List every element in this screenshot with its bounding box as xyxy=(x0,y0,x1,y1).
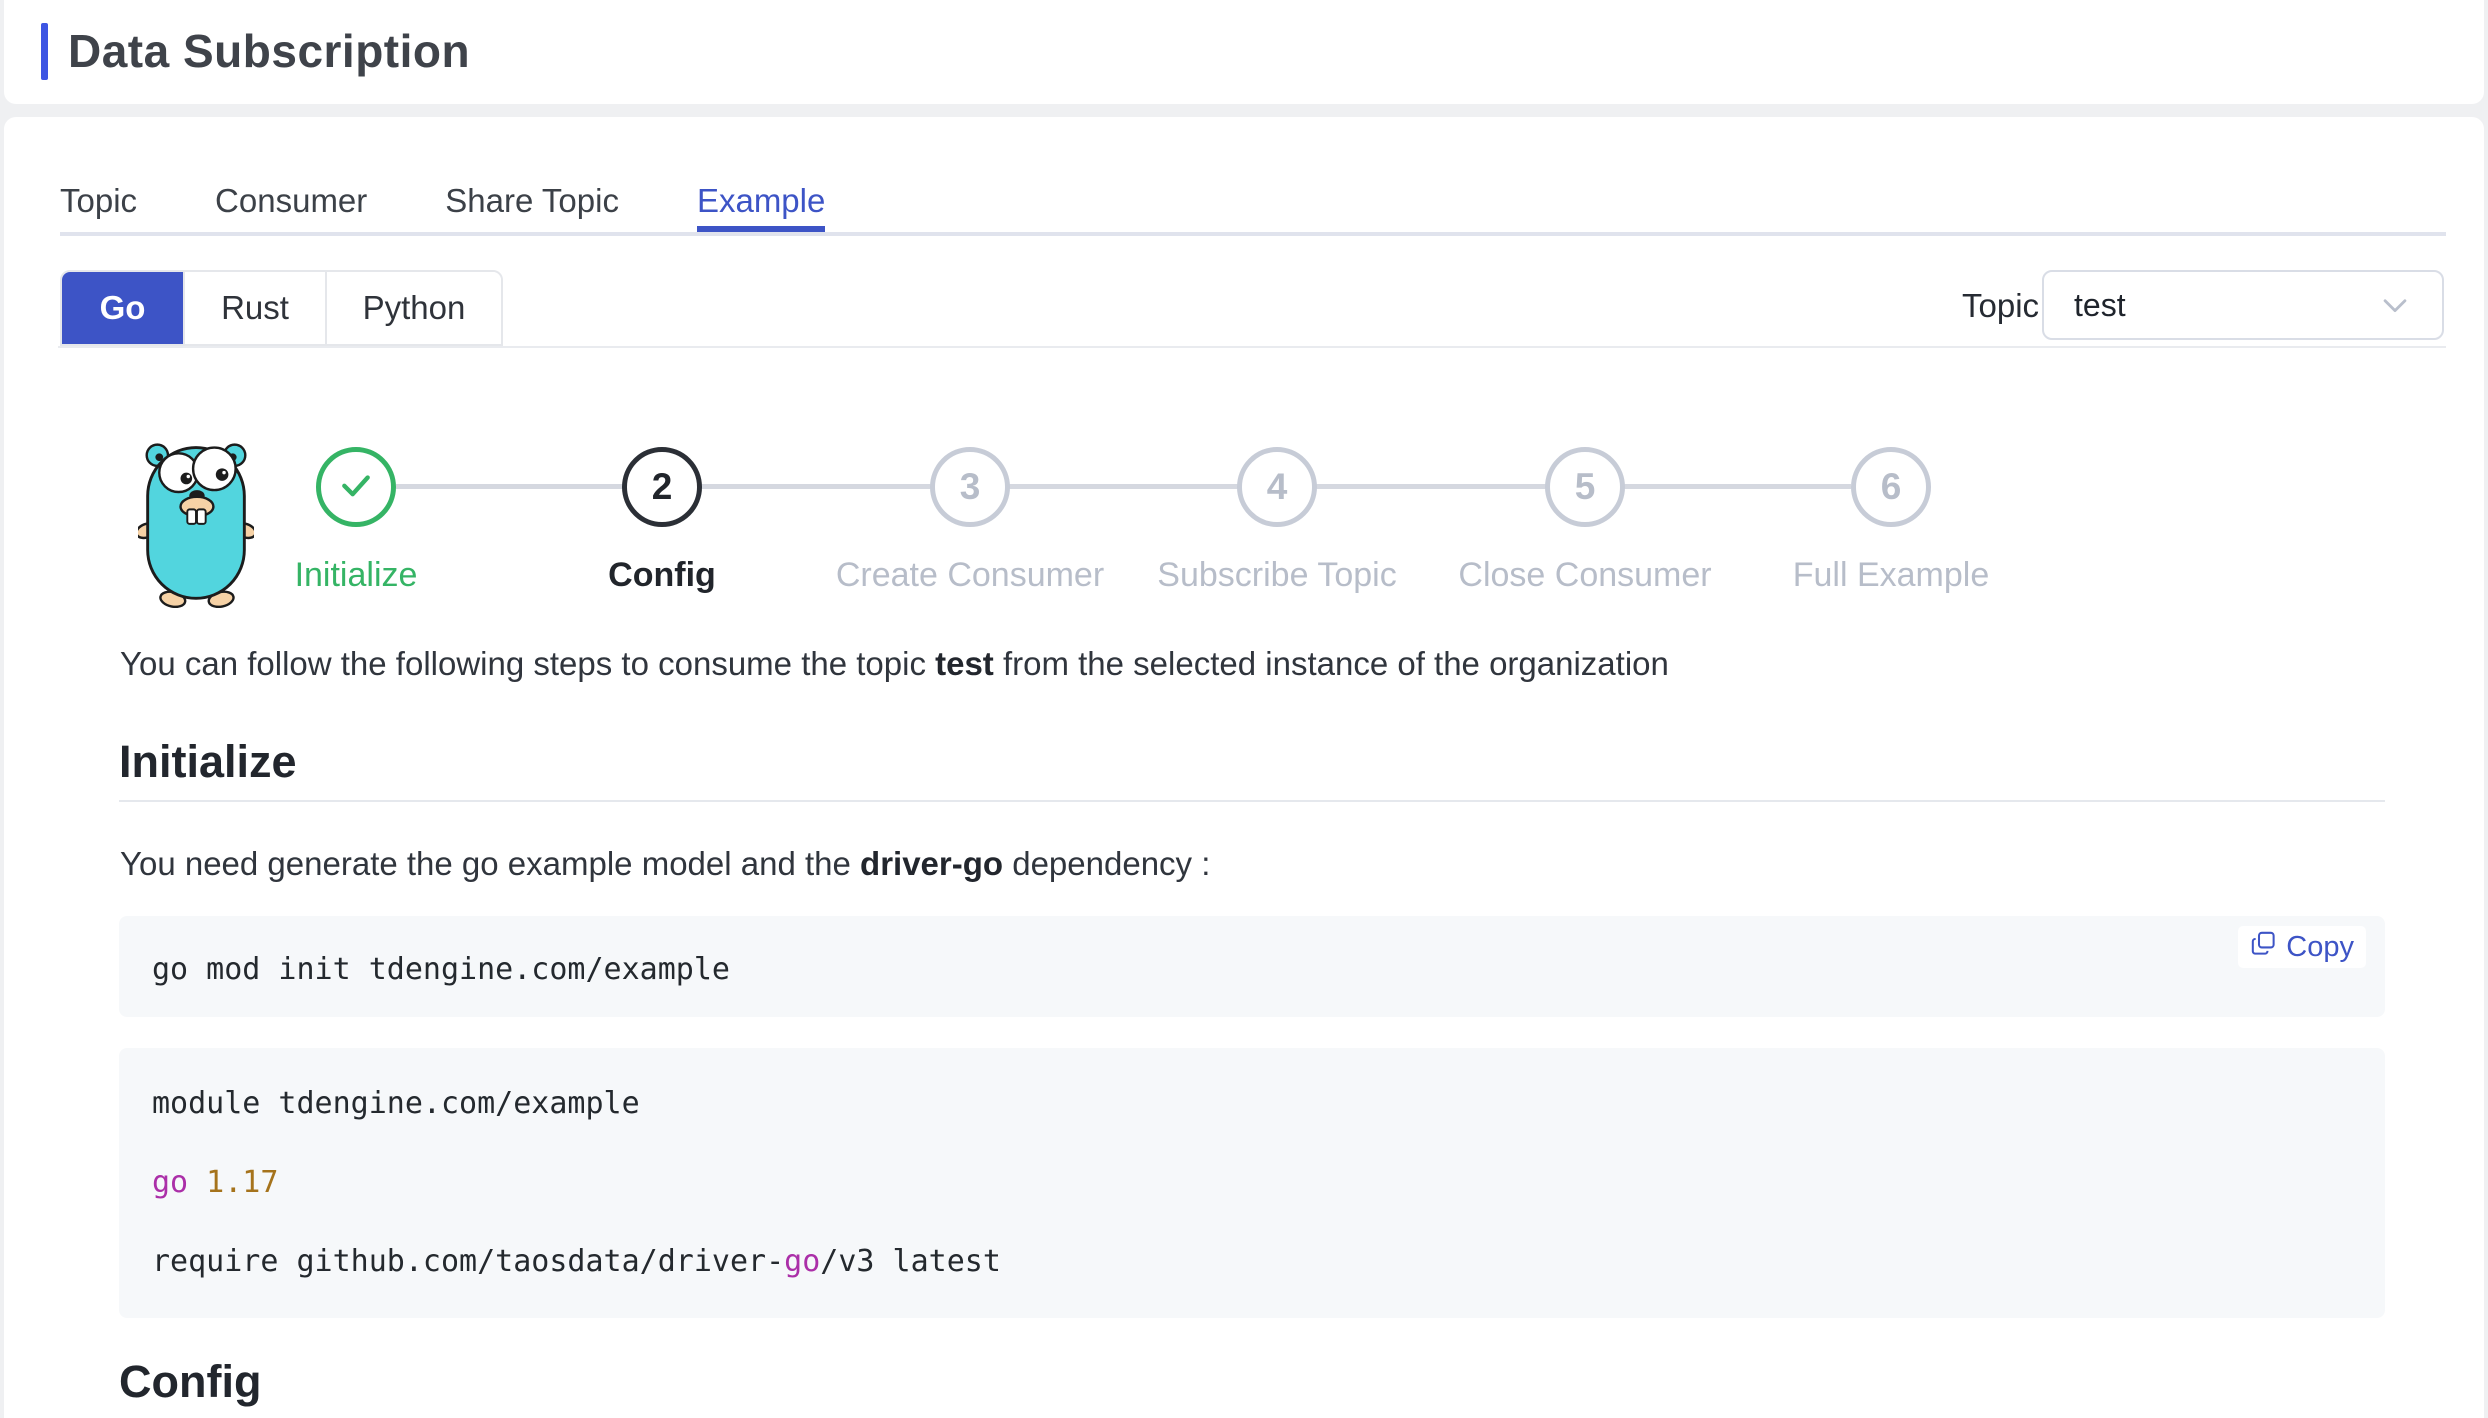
check-icon xyxy=(336,465,376,510)
lang-tab-go[interactable]: Go xyxy=(62,272,183,344)
step-label-full-example: Full Example xyxy=(1793,556,1990,595)
code-line: require github.com/taosdata/driver-go/v3… xyxy=(152,1244,1001,1279)
code-line: go mod init tdengine.com/example xyxy=(152,952,730,987)
topic-select[interactable]: test xyxy=(2042,270,2444,340)
tab-consumer[interactable]: Consumer xyxy=(215,182,367,232)
toolbar-divider xyxy=(58,346,2446,348)
step-label-subscribe-topic: Subscribe Topic xyxy=(1157,556,1396,595)
section-divider xyxy=(119,800,2385,802)
page-header: Data Subscription xyxy=(4,0,2484,104)
language-button-group: Go Rust Python xyxy=(60,270,503,346)
topic-select-label: Topic xyxy=(1962,287,2039,325)
step-circle-config: 2 xyxy=(622,447,702,527)
copy-button[interactable]: Copy xyxy=(2238,926,2366,968)
lang-tab-rust[interactable]: Rust xyxy=(183,272,325,344)
tab-share-topic[interactable]: Share Topic xyxy=(445,182,619,232)
tab-topic[interactable]: Topic xyxy=(60,182,137,232)
copy-icon xyxy=(2250,930,2277,965)
data-subscription-page: Data Subscription Topic Consumer Share T… xyxy=(0,0,2488,1398)
gopher-mascot xyxy=(138,434,254,608)
step-circle-initialize xyxy=(316,447,396,527)
step-label-initialize: Initialize xyxy=(295,556,418,595)
top-tabs: Topic Consumer Share Topic Example xyxy=(60,182,825,232)
step-label-config: Config xyxy=(608,556,716,595)
code-block-go-mod-file: module tdengine.com/example go 1.17 requ… xyxy=(119,1048,2385,1318)
tab-example[interactable]: Example xyxy=(697,182,825,232)
code-block-go-mod-init: Copy go mod init tdengine.com/example xyxy=(119,916,2385,1017)
code-line: go 1.17 xyxy=(152,1165,278,1200)
step-circle-create-consumer: 3 xyxy=(930,447,1010,527)
initialize-description: You need generate the go example model a… xyxy=(120,845,1210,883)
step-circle-subscribe-topic: 4 xyxy=(1237,447,1317,527)
lang-tab-python[interactable]: Python xyxy=(325,272,501,344)
copy-button-label: Copy xyxy=(2286,931,2354,964)
page-title: Data Subscription xyxy=(68,24,470,78)
step-label-close-consumer: Close Consumer xyxy=(1458,556,1711,595)
section-heading-initialize: Initialize xyxy=(119,736,297,788)
stepper-connector xyxy=(396,484,1851,489)
title-accent-bar xyxy=(41,23,48,80)
intro-topic-name: test xyxy=(935,645,994,682)
driver-go-name: driver-go xyxy=(860,845,1003,882)
code-line: module tdengine.com/example xyxy=(152,1086,640,1121)
step-circle-full-example: 6 xyxy=(1851,447,1931,527)
step-label-create-consumer: Create Consumer xyxy=(836,556,1104,595)
step-circle-close-consumer: 5 xyxy=(1545,447,1625,527)
tabs-underline xyxy=(60,232,2446,236)
topic-select-value: test xyxy=(2074,287,2126,324)
intro-text: You can follow the following steps to co… xyxy=(120,645,1669,683)
section-heading-config: Config xyxy=(119,1356,261,1408)
chevron-down-icon xyxy=(2378,288,2412,322)
